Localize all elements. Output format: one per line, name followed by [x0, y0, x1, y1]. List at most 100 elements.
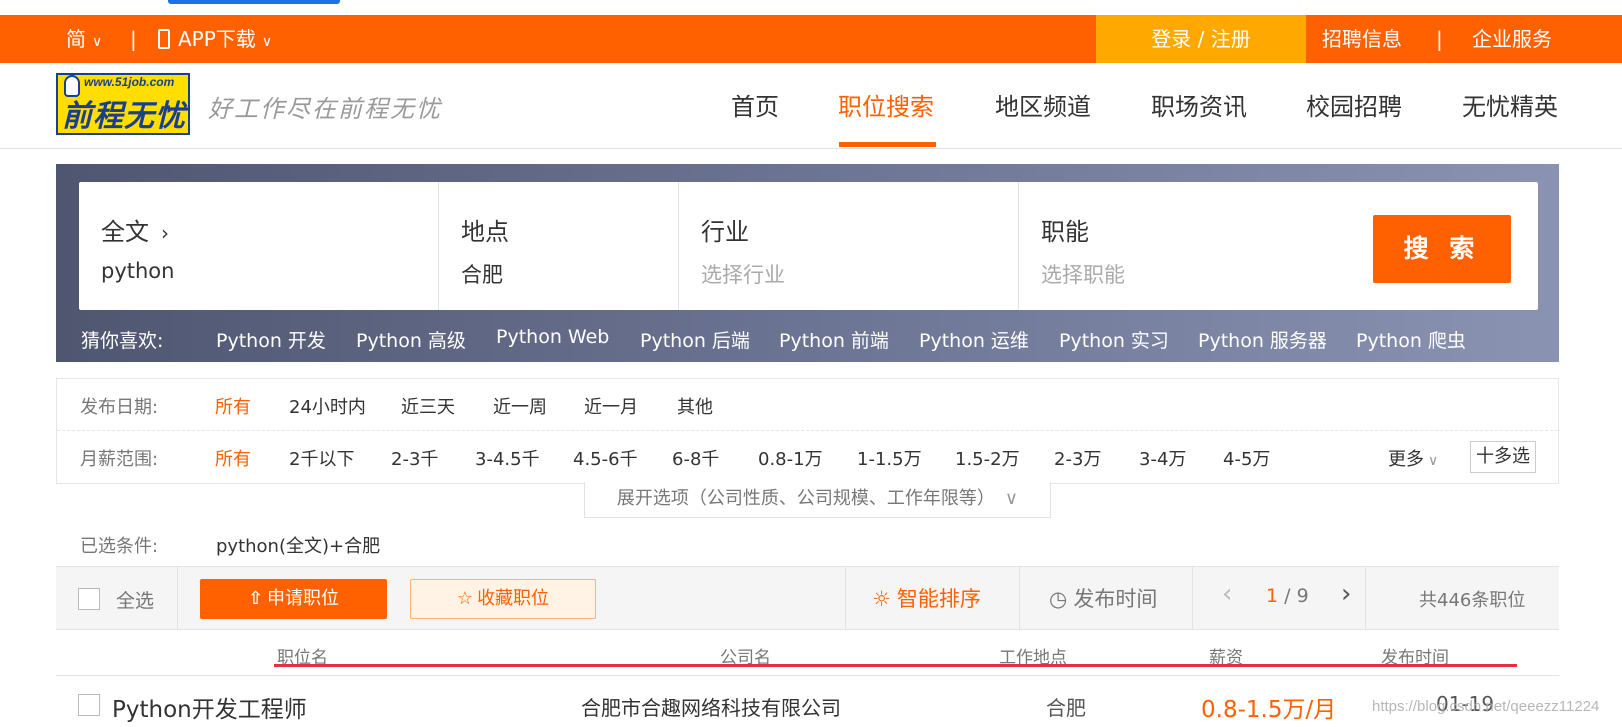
- red-annotation-underline: [274, 664, 1517, 667]
- site-logo[interactable]: www.51job.com 前程无忧: [56, 73, 190, 135]
- industry-select[interactable]: 选择行业: [701, 259, 785, 289]
- guess-item[interactable]: Python 实习: [1059, 326, 1169, 353]
- logo-brand-text: 前程无忧: [62, 100, 186, 133]
- industry-label: 行业: [701, 218, 749, 246]
- salary-option[interactable]: 0.8-1万: [758, 445, 823, 471]
- date-option[interactable]: 近一月: [584, 393, 638, 419]
- guess-item[interactable]: Python Web: [496, 326, 609, 348]
- search-panel: 全文 › python 地点 合肥 行业 选择行业 职能 选择职能 搜 索 猜你喜…: [56, 164, 1559, 362]
- topbar-divider: |: [1436, 27, 1443, 51]
- function-label: 职能: [1041, 218, 1089, 246]
- guess-item[interactable]: Python 服务器: [1198, 326, 1327, 353]
- location-field[interactable]: 地点 合肥: [439, 182, 679, 310]
- time-sort-button[interactable]: ◷ 发布时间: [1049, 583, 1157, 613]
- search-box: 全文 › python 地点 合肥 行业 选择行业 职能 选择职能 搜 索: [79, 182, 1538, 310]
- industry-field[interactable]: 行业 选择行业: [679, 182, 1019, 310]
- star-icon: ☆: [456, 588, 474, 609]
- chevron-down-icon: ∨: [1004, 488, 1019, 509]
- selected-conditions-value: python(全文)+合肥: [216, 536, 381, 557]
- guess-label: 猜你喜欢:: [81, 330, 164, 352]
- guess-item[interactable]: Python 运维: [919, 326, 1029, 353]
- guess-item[interactable]: Python 后端: [640, 326, 750, 353]
- selected-conditions-label: 已选条件:: [80, 536, 159, 557]
- nav-elite[interactable]: 无忧精英: [1462, 87, 1558, 122]
- chevron-down-icon: ∨: [261, 34, 273, 50]
- next-page-button[interactable]: ›: [1341, 579, 1351, 609]
- page-indicator: 1 / 9: [1266, 585, 1309, 607]
- app-download-menu[interactable]: APP下载 ∨: [158, 15, 272, 63]
- date-option[interactable]: 其他: [677, 393, 713, 419]
- fulltext-input[interactable]: python: [101, 259, 174, 283]
- salary-option[interactable]: 1.5-2万: [955, 445, 1020, 471]
- enterprise-service-link[interactable]: 企业服务: [1472, 15, 1552, 63]
- chevron-right-icon: ›: [161, 221, 169, 245]
- company-name-link[interactable]: 合肥市合趣网络科技有限公司: [581, 692, 841, 721]
- nav-career-news[interactable]: 职场资讯: [1151, 87, 1247, 122]
- guess-item[interactable]: Python 开发: [216, 326, 326, 353]
- date-option[interactable]: 近三天: [401, 393, 455, 419]
- browser-tab-fragment[interactable]: [168, 0, 340, 4]
- select-all-checkbox[interactable]: [78, 588, 100, 610]
- nav-campus-recruit[interactable]: 校园招聘: [1306, 87, 1402, 122]
- salary-option[interactable]: 2-3万: [1054, 445, 1101, 471]
- language-switch[interactable]: 简 ∨: [66, 15, 102, 63]
- prev-page-button[interactable]: ‹: [1222, 579, 1232, 609]
- expand-options-button[interactable]: 展开选项（公司性质、公司规模、工作年限等） ∨: [584, 482, 1051, 518]
- guess-item[interactable]: Python 前端: [779, 326, 889, 353]
- date-option[interactable]: 所有: [215, 393, 251, 419]
- salary-option[interactable]: 4-5万: [1223, 445, 1270, 471]
- date-option[interactable]: 24小时内: [289, 393, 366, 419]
- job-salary: 0.8-1.5万/月: [1201, 697, 1337, 723]
- date-filter-label: 发布日期:: [80, 397, 159, 418]
- job-select-checkbox[interactable]: [78, 694, 100, 716]
- site-slogan: 好工作尽在前程无忧: [208, 95, 442, 123]
- function-field[interactable]: 职能 选择职能: [1019, 182, 1319, 310]
- salary-option[interactable]: 所有: [215, 445, 251, 471]
- guess-item[interactable]: Python 爬虫: [1356, 326, 1466, 353]
- login-register-link[interactable]: 登录 / 注册: [1096, 15, 1306, 63]
- salary-option[interactable]: 3-4.5千: [475, 445, 540, 471]
- function-select[interactable]: 选择职能: [1041, 259, 1125, 289]
- language-label: 简: [66, 27, 86, 51]
- total-jobs-count: 共446条职位: [1419, 590, 1526, 611]
- favorite-job-button[interactable]: ☆ 收藏职位: [410, 579, 596, 619]
- filter-panel: 发布日期: 所有 24小时内 近三天 近一周 近一月 其他 月薪范围: 所有 2…: [56, 378, 1559, 484]
- multi-select-button[interactable]: 十多选: [1470, 441, 1536, 473]
- search-button[interactable]: 搜 索: [1373, 215, 1511, 283]
- nav-region-channel[interactable]: 地区频道: [995, 87, 1091, 122]
- chevron-down-icon: ∨: [92, 34, 103, 50]
- nav-home[interactable]: 首页: [731, 87, 779, 122]
- topbar-divider: |: [130, 27, 137, 51]
- recruit-info-link[interactable]: 招聘信息: [1322, 15, 1402, 63]
- active-nav-indicator: [839, 142, 936, 147]
- salary-option[interactable]: 1-1.5万: [857, 445, 922, 471]
- logo-url-text: www.51job.com: [84, 75, 175, 89]
- salary-option[interactable]: 4.5-6千: [573, 445, 638, 471]
- site-header: www.51job.com 前程无忧 好工作尽在前程无忧 首页 职位搜索 地区频…: [0, 63, 1622, 149]
- fulltext-field[interactable]: 全文 › python: [79, 182, 439, 310]
- nav-job-search[interactable]: 职位搜索: [838, 87, 934, 122]
- salary-option[interactable]: 2千以下: [289, 445, 354, 471]
- salary-option[interactable]: 2-3千: [391, 445, 438, 471]
- fulltext-label: 全文 ›: [101, 218, 169, 246]
- salary-option[interactable]: 6-8千: [672, 445, 719, 471]
- toolbar-divider: [1192, 567, 1193, 629]
- more-salary-button[interactable]: 更多 ∨: [1388, 445, 1438, 471]
- toolbar-divider: [177, 567, 178, 629]
- job-location: 合肥: [1046, 696, 1086, 720]
- location-input[interactable]: 合肥: [461, 259, 503, 289]
- date-option[interactable]: 近一周: [493, 393, 547, 419]
- guess-item[interactable]: Python 高级: [356, 326, 466, 353]
- apply-job-button[interactable]: ⇧ 申请职位: [200, 579, 387, 619]
- smart-sort-button[interactable]: ☼ 智能排序: [872, 583, 981, 613]
- job-title-link[interactable]: Python开发工程师: [112, 690, 307, 724]
- blog-watermark: https://blog.csdn.net/qeeezz11224: [1372, 698, 1600, 715]
- salary-option[interactable]: 3-4万: [1139, 445, 1186, 471]
- select-all-label: 全选: [116, 590, 155, 612]
- job-row: Python开发工程师 合肥市合趣网络科技有限公司 合肥 0.8-1.5万/月 …: [56, 676, 1559, 727]
- phone-icon: [158, 29, 170, 49]
- upload-arrow-icon: ⇧: [247, 588, 264, 609]
- top-bar: 简 ∨ | APP下载 ∨ 登录 / 注册 招聘信息 | 企业服务: [0, 15, 1622, 63]
- date-filter-row: 发布日期: 所有 24小时内 近三天 近一周 近一月 其他: [57, 379, 1558, 431]
- chevron-down-icon: ∨: [1428, 453, 1439, 469]
